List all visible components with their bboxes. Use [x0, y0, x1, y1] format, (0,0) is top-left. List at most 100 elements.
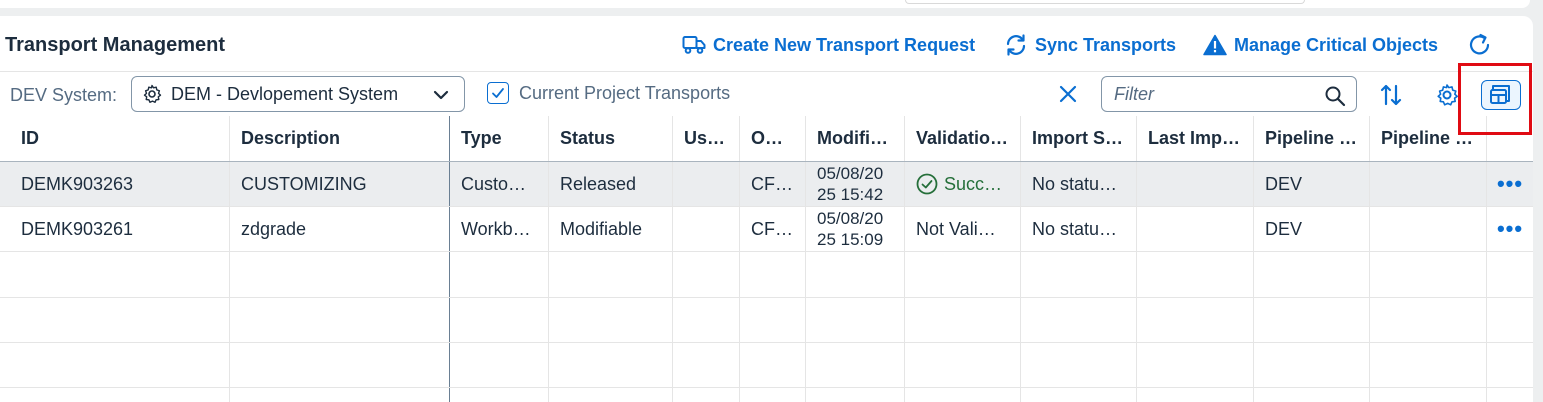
empty-cell	[1021, 343, 1137, 387]
empty-cell	[740, 252, 806, 297]
empty-cell	[740, 388, 806, 402]
table-toolbar: DEV System: DEM - Devlopement System Cur…	[0, 71, 1533, 116]
empty-cell	[1021, 252, 1137, 297]
column-header-last-import[interactable]: Last Imp…	[1137, 116, 1254, 161]
manage-critical-objects-button[interactable]: Manage Critical Objects	[1203, 32, 1438, 58]
empty-cell	[806, 298, 905, 342]
cell-validation: Succ…	[905, 162, 1021, 206]
column-header-status[interactable]: Status	[549, 116, 673, 161]
settings-gear-icon[interactable]	[1435, 83, 1459, 107]
clear-filter-icon[interactable]	[1058, 84, 1078, 104]
column-header-pipeline-1[interactable]: Pipeline …	[1254, 116, 1370, 161]
column-header-user[interactable]: Us…	[673, 116, 740, 161]
empty-cell	[549, 343, 673, 387]
empty-cell	[806, 388, 905, 402]
column-header-description[interactable]: Description	[230, 116, 450, 161]
gear-icon	[143, 84, 162, 103]
empty-cell	[0, 298, 230, 342]
cell-last-import	[1137, 207, 1254, 251]
empty-cell	[549, 388, 673, 402]
cell-modified-time: 25 15:42	[817, 185, 884, 204]
warning-icon	[1203, 34, 1227, 56]
cell-last-import	[1137, 162, 1254, 206]
empty-cell	[549, 252, 673, 297]
popover-edge	[905, 0, 1305, 4]
empty-cell	[450, 298, 549, 342]
row-actions-button[interactable]: •••	[1487, 162, 1533, 206]
cell-id: DEMK903263	[0, 162, 230, 206]
cell-status: Released	[549, 162, 673, 206]
empty-cell	[806, 252, 905, 297]
column-header-modified[interactable]: Modifi…	[806, 116, 905, 161]
empty-cell	[450, 388, 549, 402]
row-actions-button[interactable]: •••	[1487, 207, 1533, 251]
empty-cell	[905, 388, 1021, 402]
cell-pipeline-1: DEV	[1254, 207, 1370, 251]
chevron-down-icon	[433, 90, 449, 100]
sync-transports-label: Sync Transports	[1035, 34, 1177, 55]
empty-cell	[1137, 298, 1254, 342]
create-transport-request-button[interactable]: Create New Transport Request	[682, 32, 975, 58]
empty-cell	[1370, 343, 1487, 387]
current-project-checkbox[interactable]	[487, 82, 509, 104]
table-view-icon	[1490, 85, 1510, 104]
empty-cell	[1370, 388, 1487, 402]
column-header-pipeline-2[interactable]: Pipeline …	[1370, 116, 1487, 161]
cell-id: DEMK903261	[0, 207, 230, 251]
cell-modified-date: 05/08/20	[817, 164, 884, 183]
dev-system-label: DEV System:	[10, 85, 118, 105]
column-header-id[interactable]: ID	[0, 116, 230, 161]
column-header-validation[interactable]: Validatio…	[905, 116, 1021, 161]
refresh-button[interactable]	[1467, 32, 1493, 58]
empty-cell	[230, 298, 450, 342]
empty-cell	[740, 298, 806, 342]
checkmark-icon	[492, 88, 504, 98]
cell-import-status: No statu…	[1021, 162, 1137, 206]
table-row[interactable]: DEMK903261 zdgrade Workb… Modifiable CF……	[0, 207, 1533, 252]
empty-cell	[1137, 388, 1254, 402]
cell-owner: CF…	[740, 162, 806, 206]
empty-cell	[1370, 298, 1487, 342]
column-header-type[interactable]: Type	[450, 116, 549, 161]
filter-input[interactable]: Filter	[1101, 76, 1357, 112]
empty-cell	[0, 343, 230, 387]
sort-icon[interactable]	[1379, 83, 1403, 107]
table-view-toggle-button[interactable]	[1481, 80, 1521, 110]
cell-owner: CF…	[740, 207, 806, 251]
empty-cell	[905, 343, 1021, 387]
cell-pipeline-2	[1370, 207, 1487, 251]
table-row[interactable]: DEMK903263 CUSTOMIZING Custo… Released C…	[0, 162, 1533, 207]
dev-system-select[interactable]: DEM - Devlopement System	[131, 76, 465, 112]
empty-row	[0, 252, 1533, 298]
cell-modified: 05/08/20 25 15:42	[806, 162, 905, 206]
current-project-filter[interactable]: Current Project Transports	[487, 82, 730, 104]
cell-validation: Not Vali…	[905, 207, 1021, 251]
cell-pipeline-2	[1370, 162, 1487, 206]
cell-modified-time: 25 15:09	[817, 230, 884, 249]
empty-cell	[1370, 252, 1487, 297]
current-project-label: Current Project Transports	[519, 82, 731, 103]
empty-cell	[673, 343, 740, 387]
empty-cell	[673, 252, 740, 297]
empty-cell	[230, 252, 450, 297]
empty-cell	[673, 388, 740, 402]
cell-user	[673, 162, 740, 206]
empty-cell	[1254, 388, 1370, 402]
empty-row	[0, 343, 1533, 388]
right-gutter	[1533, 16, 1543, 402]
truck-icon	[682, 36, 706, 54]
top-strip	[0, 0, 1543, 16]
transport-management-card: Transport Management Create New Transpor…	[0, 16, 1533, 402]
search-icon[interactable]	[1324, 85, 1346, 107]
empty-cell	[905, 298, 1021, 342]
empty-cell	[1254, 298, 1370, 342]
empty-cell	[673, 298, 740, 342]
column-header-import-status[interactable]: Import S…	[1021, 116, 1137, 161]
empty-cell	[905, 252, 1021, 297]
empty-cell	[450, 343, 549, 387]
sync-transports-button[interactable]: Sync Transports	[1004, 32, 1176, 58]
column-header-owner[interactable]: O…	[740, 116, 806, 161]
empty-cell	[230, 388, 450, 402]
empty-cell	[1021, 388, 1137, 402]
empty-cell	[740, 343, 806, 387]
